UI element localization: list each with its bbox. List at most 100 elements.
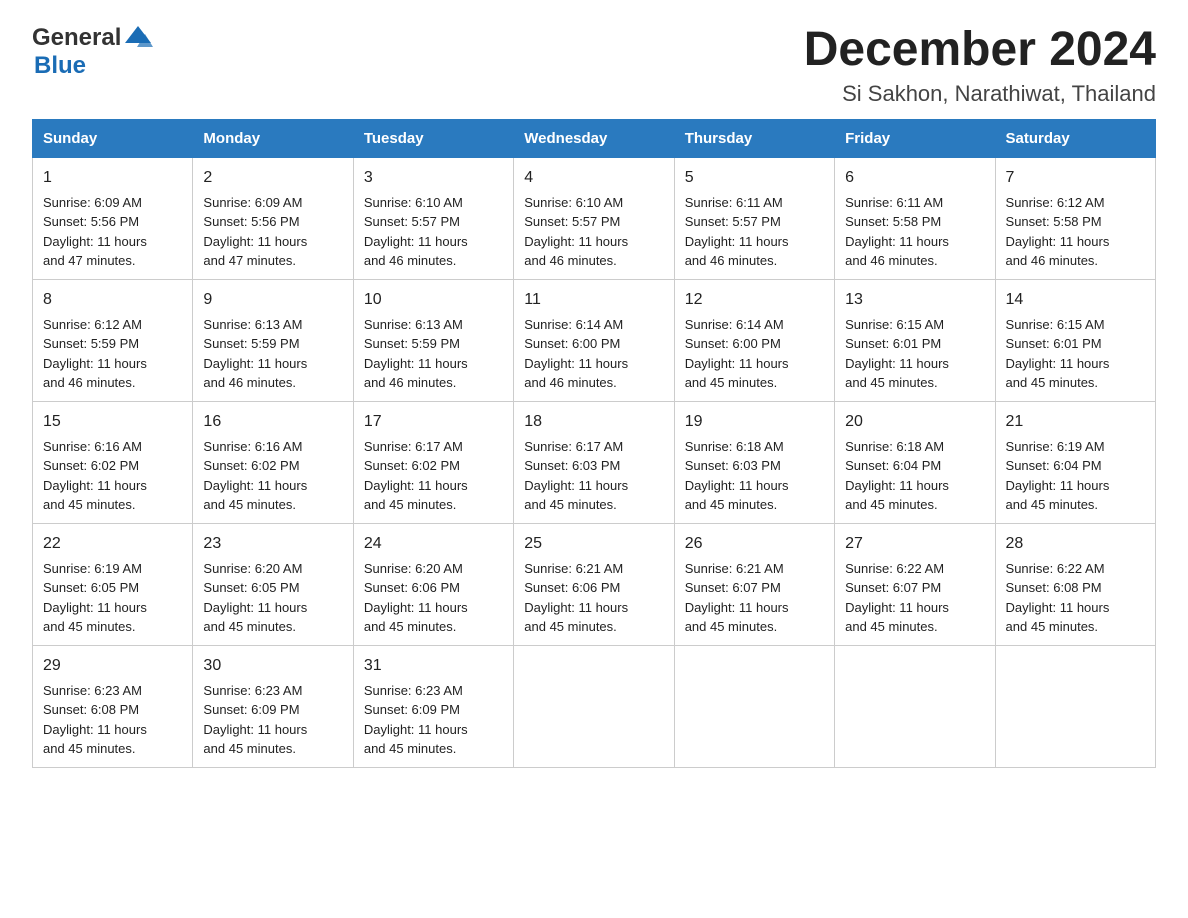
- calendar-week-row: 1 Sunrise: 6:09 AMSunset: 5:56 PMDaylight…: [33, 157, 1156, 279]
- day-info: Sunrise: 6:20 AMSunset: 6:06 PMDaylight:…: [364, 559, 503, 637]
- page-subtitle: Si Sakhon, Narathiwat, Thailand: [804, 81, 1156, 107]
- day-info: Sunrise: 6:23 AMSunset: 6:09 PMDaylight:…: [364, 681, 503, 759]
- day-number: 3: [364, 166, 503, 190]
- day-number: 7: [1006, 166, 1145, 190]
- day-number: 18: [524, 410, 663, 434]
- calendar-cell: 29 Sunrise: 6:23 AMSunset: 6:08 PMDayligh…: [33, 645, 193, 767]
- day-number: 13: [845, 288, 984, 312]
- calendar-cell: 27Sunrise: 6:22 AMSunset: 6:07 PMDayligh…: [835, 523, 995, 645]
- calendar-day-header: Thursday: [674, 119, 834, 157]
- calendar-day-header: Monday: [193, 119, 353, 157]
- calendar-day-header: Wednesday: [514, 119, 674, 157]
- calendar-day-header: Sunday: [33, 119, 193, 157]
- day-info: Sunrise: 6:17 AMSunset: 6:03 PMDaylight:…: [524, 437, 663, 515]
- day-info: Sunrise: 6:19 AMSunset: 6:05 PMDaylight:…: [43, 559, 182, 637]
- calendar-week-row: 8 Sunrise: 6:12 AMSunset: 5:59 PMDaylight…: [33, 279, 1156, 401]
- calendar-cell: 4 Sunrise: 6:10 AMSunset: 5:57 PMDaylight…: [514, 157, 674, 279]
- day-number: 23: [203, 532, 342, 556]
- day-number: 1: [43, 166, 182, 190]
- calendar-cell: 26 Sunrise: 6:21 AMSunset: 6:07 PMDayligh…: [674, 523, 834, 645]
- calendar-cell: 10 Sunrise: 6:13 AMSunset: 5:59 PMDayligh…: [353, 279, 513, 401]
- day-info: Sunrise: 6:23 AMSunset: 6:09 PMDaylight:…: [203, 681, 342, 759]
- day-info: Sunrise: 6:17 AMSunset: 6:02 PMDaylight:…: [364, 437, 503, 515]
- day-number: 5: [685, 166, 824, 190]
- day-info: Sunrise: 6:22 AMSunset: 6:07 PMDaylight:…: [845, 559, 984, 637]
- calendar-cell: 20Sunrise: 6:18 AMSunset: 6:04 PMDayligh…: [835, 401, 995, 523]
- page-header: General Blue December 2024 Si Sakhon, Na…: [32, 24, 1156, 107]
- day-info: Sunrise: 6:15 AMSunset: 6:01 PMDaylight:…: [845, 315, 984, 393]
- calendar-cell: 17 Sunrise: 6:17 AMSunset: 6:02 PMDayligh…: [353, 401, 513, 523]
- calendar-week-row: 15 Sunrise: 6:16 AMSunset: 6:02 PMDayligh…: [33, 401, 1156, 523]
- day-number: 28: [1006, 532, 1145, 556]
- calendar-cell: 9 Sunrise: 6:13 AMSunset: 5:59 PMDaylight…: [193, 279, 353, 401]
- calendar-cell: 21 Sunrise: 6:19 AMSunset: 6:04 PMDayligh…: [995, 401, 1155, 523]
- logo-blue-text: Blue: [34, 52, 86, 79]
- day-info: Sunrise: 6:09 AMSunset: 5:56 PMDaylight:…: [43, 193, 182, 271]
- day-info: Sunrise: 6:11 AMSunset: 5:58 PMDaylight:…: [845, 193, 984, 271]
- day-number: 30: [203, 654, 342, 678]
- calendar-week-row: 29 Sunrise: 6:23 AMSunset: 6:08 PMDayligh…: [33, 645, 1156, 767]
- day-number: 15: [43, 410, 182, 434]
- day-info: Sunrise: 6:09 AMSunset: 5:56 PMDaylight:…: [203, 193, 342, 271]
- day-number: 26: [685, 532, 824, 556]
- day-number: 29: [43, 654, 182, 678]
- calendar-cell: 15 Sunrise: 6:16 AMSunset: 6:02 PMDayligh…: [33, 401, 193, 523]
- day-number: 24: [364, 532, 503, 556]
- day-number: 16: [203, 410, 342, 434]
- calendar-day-header: Friday: [835, 119, 995, 157]
- calendar-table: SundayMondayTuesdayWednesdayThursdayFrid…: [32, 119, 1156, 768]
- day-number: 11: [524, 288, 663, 312]
- calendar-cell: 30 Sunrise: 6:23 AMSunset: 6:09 PMDayligh…: [193, 645, 353, 767]
- day-number: 19: [685, 410, 824, 434]
- calendar-cell: 28 Sunrise: 6:22 AMSunset: 6:08 PMDayligh…: [995, 523, 1155, 645]
- calendar-cell: 8 Sunrise: 6:12 AMSunset: 5:59 PMDaylight…: [33, 279, 193, 401]
- calendar-cell: 1 Sunrise: 6:09 AMSunset: 5:56 PMDaylight…: [33, 157, 193, 279]
- calendar-cell: 14Sunrise: 6:15 AMSunset: 6:01 PMDayligh…: [995, 279, 1155, 401]
- calendar-cell: 19 Sunrise: 6:18 AMSunset: 6:03 PMDayligh…: [674, 401, 834, 523]
- day-info: Sunrise: 6:14 AMSunset: 6:00 PMDaylight:…: [524, 315, 663, 393]
- calendar-cell: 12 Sunrise: 6:14 AMSunset: 6:00 PMDayligh…: [674, 279, 834, 401]
- logo-icon: [123, 21, 153, 51]
- day-info: Sunrise: 6:11 AMSunset: 5:57 PMDaylight:…: [685, 193, 824, 271]
- day-number: 22: [43, 532, 182, 556]
- day-number: 21: [1006, 410, 1145, 434]
- day-info: Sunrise: 6:23 AMSunset: 6:08 PMDaylight:…: [43, 681, 182, 759]
- day-info: Sunrise: 6:22 AMSunset: 6:08 PMDaylight:…: [1006, 559, 1145, 637]
- calendar-cell: [835, 645, 995, 767]
- day-number: 9: [203, 288, 342, 312]
- day-number: 2: [203, 166, 342, 190]
- day-info: Sunrise: 6:10 AMSunset: 5:57 PMDaylight:…: [364, 193, 503, 271]
- calendar-cell: 6Sunrise: 6:11 AMSunset: 5:58 PMDaylight…: [835, 157, 995, 279]
- calendar-cell: 16 Sunrise: 6:16 AMSunset: 6:02 PMDayligh…: [193, 401, 353, 523]
- day-info: Sunrise: 6:18 AMSunset: 6:03 PMDaylight:…: [685, 437, 824, 515]
- day-info: Sunrise: 6:13 AMSunset: 5:59 PMDaylight:…: [364, 315, 503, 393]
- calendar-header-row: SundayMondayTuesdayWednesdayThursdayFrid…: [33, 119, 1156, 157]
- logo: General Blue: [32, 24, 153, 80]
- day-info: Sunrise: 6:19 AMSunset: 6:04 PMDaylight:…: [1006, 437, 1145, 515]
- day-info: Sunrise: 6:21 AMSunset: 6:07 PMDaylight:…: [685, 559, 824, 637]
- calendar-cell: 7Sunrise: 6:12 AMSunset: 5:58 PMDaylight…: [995, 157, 1155, 279]
- calendar-week-row: 22 Sunrise: 6:19 AMSunset: 6:05 PMDayligh…: [33, 523, 1156, 645]
- day-number: 12: [685, 288, 824, 312]
- day-info: Sunrise: 6:10 AMSunset: 5:57 PMDaylight:…: [524, 193, 663, 271]
- day-number: 31: [364, 654, 503, 678]
- day-number: 10: [364, 288, 503, 312]
- calendar-cell: 24 Sunrise: 6:20 AMSunset: 6:06 PMDayligh…: [353, 523, 513, 645]
- day-info: Sunrise: 6:21 AMSunset: 6:06 PMDaylight:…: [524, 559, 663, 637]
- page-title: December 2024: [804, 24, 1156, 77]
- calendar-day-header: Tuesday: [353, 119, 513, 157]
- calendar-cell: 18 Sunrise: 6:17 AMSunset: 6:03 PMDayligh…: [514, 401, 674, 523]
- day-info: Sunrise: 6:12 AMSunset: 5:59 PMDaylight:…: [43, 315, 182, 393]
- calendar-cell: [514, 645, 674, 767]
- day-info: Sunrise: 6:14 AMSunset: 6:00 PMDaylight:…: [685, 315, 824, 393]
- day-number: 4: [524, 166, 663, 190]
- day-info: Sunrise: 6:15 AMSunset: 6:01 PMDaylight:…: [1006, 315, 1145, 393]
- day-number: 8: [43, 288, 182, 312]
- day-info: Sunrise: 6:16 AMSunset: 6:02 PMDaylight:…: [43, 437, 182, 515]
- calendar-cell: [995, 645, 1155, 767]
- day-info: Sunrise: 6:13 AMSunset: 5:59 PMDaylight:…: [203, 315, 342, 393]
- calendar-day-header: Saturday: [995, 119, 1155, 157]
- day-info: Sunrise: 6:16 AMSunset: 6:02 PMDaylight:…: [203, 437, 342, 515]
- calendar-cell: 13 Sunrise: 6:15 AMSunset: 6:01 PMDayligh…: [835, 279, 995, 401]
- day-number: 17: [364, 410, 503, 434]
